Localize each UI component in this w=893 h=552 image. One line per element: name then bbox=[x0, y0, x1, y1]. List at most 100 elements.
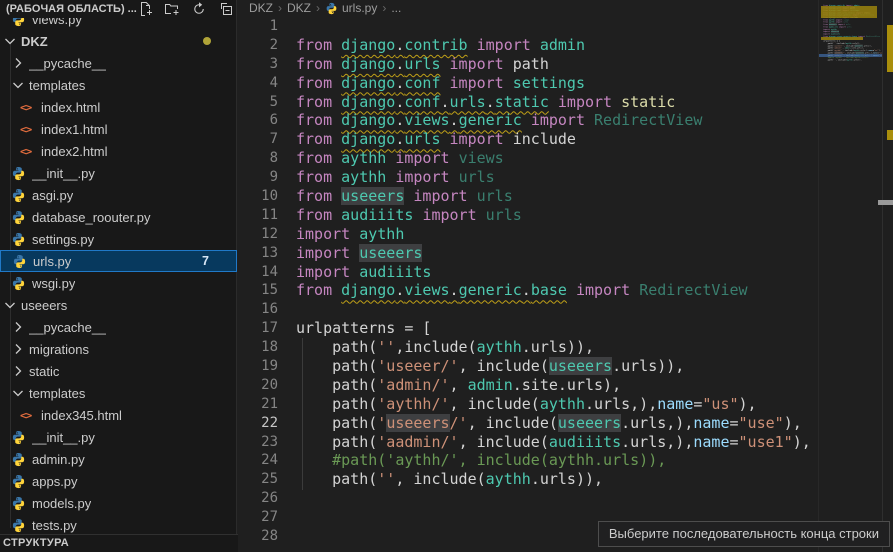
tree-item-settings-py[interactable]: settings.py bbox=[0, 228, 237, 250]
code-token: from bbox=[296, 93, 341, 111]
code-token: aythh bbox=[540, 395, 585, 413]
code-line[interactable]: 12import aythh bbox=[238, 225, 818, 244]
tree-item-models-py[interactable]: models.py bbox=[0, 492, 237, 514]
code-token: from bbox=[296, 74, 341, 92]
code-token: urls bbox=[847, 26, 852, 28]
breadcrumb-item[interactable]: ... bbox=[391, 1, 401, 15]
chevron-down-icon[interactable] bbox=[2, 33, 18, 49]
code-line[interactable]: 25 path('', include(aythh.urls)), bbox=[238, 470, 818, 489]
tree-item-dkz[interactable]: DKZ bbox=[0, 30, 237, 52]
tree-item--init-py[interactable]: __init__.py bbox=[0, 426, 237, 448]
tree-item-index2-html[interactable]: <>index2.html bbox=[0, 140, 237, 162]
tree-item--pycache-[interactable]: __pycache__ bbox=[0, 52, 237, 74]
tree-item-templates[interactable]: templates bbox=[0, 382, 237, 404]
code-line[interactable]: 10from useeers import urls bbox=[238, 187, 818, 206]
code-line[interactable]: 14import audiiits bbox=[238, 263, 818, 282]
problems-badge: 7 bbox=[202, 254, 209, 268]
code-line[interactable]: 4from django.conf import settings bbox=[238, 74, 818, 93]
code-token: .urls,), bbox=[621, 414, 693, 432]
code-line[interactable]: 9from aythh import urls bbox=[238, 168, 818, 187]
code-line[interactable]: 26 bbox=[238, 489, 818, 508]
tree-item-migrations[interactable]: migrations bbox=[0, 338, 237, 360]
new-folder-icon[interactable] bbox=[164, 1, 180, 17]
code-token: .urls)), bbox=[863, 45, 872, 47]
code-line[interactable]: 16 bbox=[238, 300, 818, 319]
code-token: import bbox=[450, 55, 513, 73]
chevron-right-icon[interactable] bbox=[10, 341, 26, 357]
breadcrumb[interactable]: DKZ›DKZ›urls.py›... bbox=[238, 0, 893, 16]
code-line[interactable]: 2from django.contrib import admin bbox=[238, 36, 818, 55]
code-line[interactable]: 8from aythh import views bbox=[238, 149, 818, 168]
minimap-warning-mark bbox=[821, 37, 863, 40]
code-line[interactable]: 11from audiiits import urls bbox=[238, 206, 818, 225]
tree-item-apps-py[interactable]: apps.py bbox=[0, 470, 237, 492]
tree-item-wsgi-py[interactable]: wsgi.py bbox=[0, 272, 237, 294]
tree-item-index345-html[interactable]: <>index345.html bbox=[0, 404, 237, 426]
refresh-icon[interactable] bbox=[191, 1, 207, 17]
code-line[interactable]: 22 path('useeers/', include(useeers.urls… bbox=[238, 414, 818, 433]
tree-item-urls-py[interactable]: urls.py7 bbox=[0, 250, 237, 272]
code-line[interactable]: 20 path('admin/', admin.site.urls), bbox=[238, 376, 818, 395]
tree-item-label: migrations bbox=[29, 342, 89, 357]
collapse-all-icon[interactable] bbox=[218, 1, 234, 17]
breadcrumb-item[interactable]: DKZ bbox=[249, 1, 273, 15]
tree-item-static[interactable]: static bbox=[0, 360, 237, 382]
minimap-warning-band bbox=[821, 6, 877, 18]
code-token: "use" bbox=[739, 414, 784, 432]
code-token: ), bbox=[793, 433, 811, 451]
tree-item--init-py[interactable]: __init__.py bbox=[0, 162, 237, 184]
python-file-icon bbox=[11, 430, 26, 445]
tree-item-asgi-py[interactable]: asgi.py bbox=[0, 184, 237, 206]
tree-item-templates[interactable]: templates bbox=[0, 74, 237, 96]
chevron-down-icon[interactable] bbox=[10, 385, 26, 401]
outline-section-header[interactable]: СТРУКТУРА bbox=[0, 534, 240, 552]
chevron-right-icon[interactable] bbox=[10, 55, 26, 71]
tree-item-index1-html[interactable]: <>index1.html bbox=[0, 118, 237, 140]
code-token: '' bbox=[377, 338, 395, 356]
chevron-down-icon[interactable] bbox=[2, 297, 18, 313]
code-line[interactable]: 19 path('useeer/', include(useeers.urls)… bbox=[238, 357, 818, 376]
breadcrumb-item[interactable]: DKZ bbox=[287, 1, 311, 15]
code-area[interactable]: 12from django.contrib import admin3from … bbox=[238, 17, 818, 546]
code-token: django bbox=[341, 281, 395, 299]
code-line[interactable]: 15from django.views.generic.base import … bbox=[238, 281, 818, 300]
editor-pane: DKZ›DKZ›urls.py›... 12from django.contri… bbox=[238, 0, 893, 552]
tree-item-tests-py[interactable]: tests.py bbox=[0, 514, 237, 536]
tree-item-label: database_roouter.py bbox=[32, 210, 151, 225]
chevron-right-icon[interactable] bbox=[10, 319, 26, 335]
code-line[interactable]: 21 path('aythh/', include(aythh.urls,),n… bbox=[238, 395, 818, 414]
tree-item--pycache-[interactable]: __pycache__ bbox=[0, 316, 237, 338]
code-line[interactable]: 7from django.urls import include bbox=[238, 130, 818, 149]
tree-item-index-html[interactable]: <>index.html bbox=[0, 96, 237, 118]
code-token: import bbox=[395, 149, 458, 167]
code-line[interactable]: 24 #path('aythh/', include(aythh.urls)), bbox=[238, 451, 818, 470]
chevron-down-icon[interactable] bbox=[10, 77, 26, 93]
overview-ruler[interactable] bbox=[882, 0, 893, 552]
code-token: useeers bbox=[549, 357, 612, 375]
python-file-icon bbox=[11, 474, 26, 489]
code-line[interactable]: 1 bbox=[238, 17, 818, 36]
code-line[interactable]: 3from django.urls import path bbox=[238, 55, 818, 74]
python-file-icon bbox=[12, 254, 27, 269]
explorer-section-header[interactable]: (РАБОЧАЯ ОБЛАСТЬ) ... bbox=[0, 0, 236, 18]
code-token: import bbox=[477, 36, 540, 54]
code-line[interactable]: 5from django.conf.urls.static import sta… bbox=[238, 93, 818, 112]
code-token: urlpatterns = [ bbox=[296, 319, 431, 337]
code-line[interactable]: 6from django.views.generic import Redire… bbox=[238, 111, 818, 130]
breadcrumb-item[interactable]: urls.py bbox=[342, 1, 377, 15]
new-file-icon[interactable] bbox=[137, 1, 153, 17]
tree-item-admin-py[interactable]: admin.py bbox=[0, 448, 237, 470]
chevron-right-icon[interactable] bbox=[10, 363, 26, 379]
code-token: . bbox=[441, 93, 450, 111]
tree-item-label: __pycache__ bbox=[29, 320, 106, 335]
code-line[interactable]: 13import useeers bbox=[238, 244, 818, 263]
code-token: views bbox=[404, 111, 449, 129]
code-token: name bbox=[657, 395, 693, 413]
code-line[interactable]: 23 path('aadmin/', include(audiiits.urls… bbox=[238, 433, 818, 452]
code-line[interactable]: 17urlpatterns = [ bbox=[238, 319, 818, 338]
code-line[interactable]: 18 path('',include(aythh.urls)), bbox=[238, 338, 818, 357]
line-number: 2 bbox=[238, 36, 278, 55]
tree-item-database-roouter-py[interactable]: database_roouter.py bbox=[0, 206, 237, 228]
minimap[interactable]: from django.contrib import adminfrom dja… bbox=[818, 0, 883, 552]
tree-item-useeers[interactable]: useeers bbox=[0, 294, 237, 316]
